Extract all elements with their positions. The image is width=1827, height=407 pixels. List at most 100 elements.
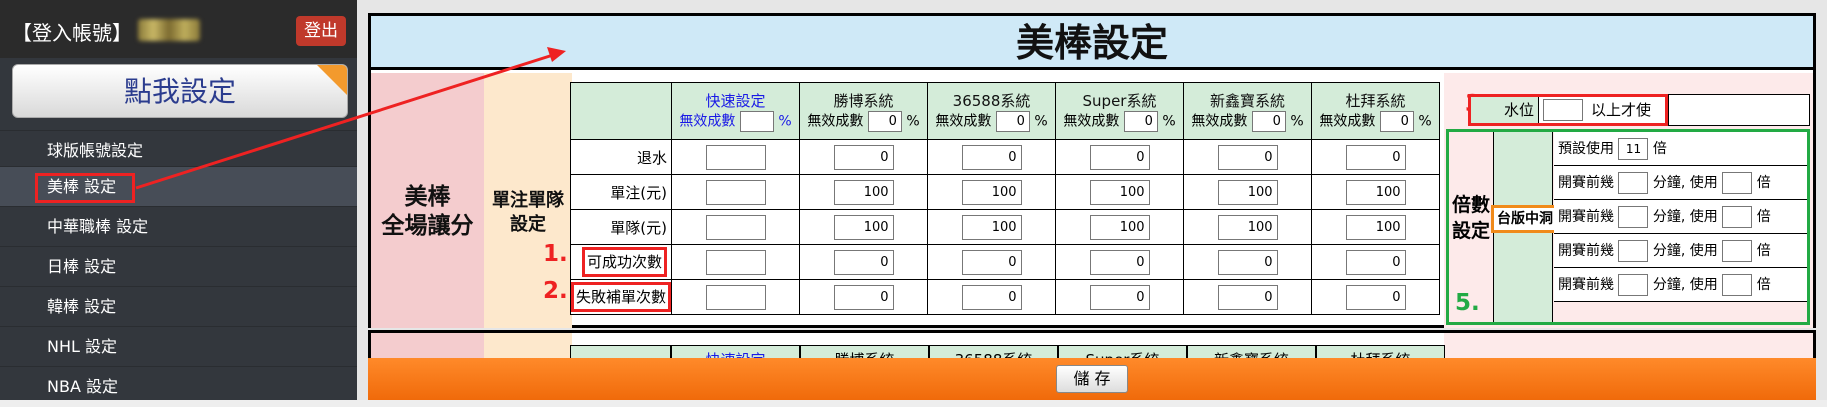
value-input[interactable]: 100	[1217, 179, 1278, 205]
value-input[interactable]: 0	[833, 249, 894, 275]
sidebar-item-cpbl-settings[interactable]: 中華職棒 設定	[0, 206, 357, 246]
multiplier-input[interactable]	[1722, 274, 1753, 296]
column-system: Super系統 無效成數 0 %	[1055, 82, 1185, 140]
value-input[interactable]: 0	[1089, 144, 1150, 170]
value-input[interactable]	[705, 179, 766, 205]
minutes-input[interactable]	[1618, 172, 1649, 194]
value-input[interactable]: 100	[833, 179, 894, 205]
multiplier-input[interactable]	[1722, 206, 1753, 228]
value-input[interactable]: 0	[961, 249, 1022, 275]
value-input[interactable]: 100	[1217, 214, 1278, 240]
annotation-number-1: 1.	[543, 241, 568, 267]
save-button[interactable]: 儲 存	[1056, 365, 1128, 393]
row-label-highlighted: 可成功次數	[582, 247, 668, 277]
value-input[interactable]	[705, 144, 766, 170]
value-input[interactable]: 0	[1089, 284, 1150, 310]
sidebar-item-account-settings[interactable]: 球版帳號設定	[0, 130, 357, 170]
column-system: 勝博系統 無效成數 0 %	[799, 82, 929, 140]
settings-panel: 美棒設定 美棒 全場讓分 單注單隊 設定 快速設定 無效成數 % 勝博系統 無效…	[368, 13, 1816, 328]
login-account-label: 【登入帳號】	[12, 21, 132, 45]
value-input[interactable]: 100	[961, 179, 1022, 205]
water-level-label: 水位	[1471, 97, 1539, 123]
value-input[interactable]: 100	[961, 214, 1022, 240]
taiwan-version-column: 台版中洞	[1491, 132, 1559, 322]
table-row: 單隊(元) 100 100 100 100 100	[569, 209, 1441, 245]
value-input[interactable]	[705, 284, 766, 310]
value-input[interactable]: 0	[1217, 284, 1278, 310]
value-input[interactable]: 0	[1217, 144, 1278, 170]
row-label: 單隊(元)	[569, 209, 673, 245]
default-multiplier-row: 預設使用 11 倍	[1554, 132, 1807, 166]
settings-button-label: 點我設定	[123, 75, 236, 108]
minutes-input[interactable]	[1618, 240, 1649, 262]
settings-table: 快速設定 無效成數 % 勝博系統 無效成數 0 % 36588系統 無效成數 0…	[569, 82, 1441, 315]
water-level-setting: 水位 以上才使用	[1468, 94, 1668, 145]
sidebar: 【登入帳號】 登出 點我設定 球版帳號設定 美棒 設定 中華職棒 設定 日棒 設…	[0, 0, 357, 400]
value-input[interactable]: 0	[1089, 249, 1150, 275]
pre-game-multiplier-row: 開賽前幾 分鐘, 使用 倍	[1554, 200, 1807, 234]
value-input[interactable]: 0	[961, 144, 1022, 170]
taiwan-version-label: 台版中洞	[1491, 205, 1559, 233]
column-system: 新鑫寶系統 無效成數 0 %	[1183, 82, 1313, 140]
table-row: 可成功次數 0 0 0 0 0	[569, 244, 1441, 280]
annotation-number-5: 5.	[1455, 290, 1480, 316]
value-input[interactable]: 100	[1089, 179, 1150, 205]
table-header-row: 快速設定 無效成數 % 勝博系統 無效成數 0 % 36588系統 無效成數 0…	[569, 82, 1441, 140]
sidebar-item-nhl-settings[interactable]: NHL 設定	[0, 326, 357, 366]
sidebar-item-nba-settings[interactable]: NBA 設定	[0, 366, 357, 406]
invalid-rate-input[interactable]: 0	[995, 110, 1030, 132]
blurred-account-name	[138, 19, 200, 41]
minutes-input[interactable]	[1618, 206, 1649, 228]
table-row: 失敗補單次數 0 0 0 0 0	[569, 279, 1441, 315]
value-input[interactable]: 100	[1345, 179, 1406, 205]
invalid-rate-input[interactable]: 0	[867, 110, 902, 132]
pre-game-multiplier-row: 開賽前幾 分鐘, 使用 倍	[1554, 166, 1807, 200]
value-input[interactable]: 100	[833, 214, 894, 240]
row-label: 退水	[569, 139, 673, 175]
table-row: 退水 0 0 0 0 0	[569, 139, 1441, 175]
value-input[interactable]	[705, 249, 766, 275]
settings-button[interactable]: 點我設定	[12, 64, 348, 118]
logout-button[interactable]: 登出	[296, 16, 346, 46]
bet-type-column: 美棒 全場讓分	[371, 73, 484, 328]
save-bar: 儲 存	[368, 358, 1816, 400]
table-row: 單注(元) 100 100 100 100 100	[569, 174, 1441, 210]
value-input[interactable]: 0	[1345, 284, 1406, 310]
value-input[interactable]: 0	[1217, 249, 1278, 275]
value-input[interactable]: 0	[961, 284, 1022, 310]
value-input[interactable]: 0	[833, 284, 894, 310]
sidebar-item-npb-settings[interactable]: 日棒 設定	[0, 246, 357, 286]
annotation-number-2: 2.	[543, 278, 568, 304]
multiplier-label: 倍數 設定	[1452, 194, 1491, 242]
invalid-rate-input[interactable]	[739, 110, 774, 132]
value-input[interactable]: 0	[833, 144, 894, 170]
corner-ribbon-icon	[317, 65, 347, 95]
pre-game-multiplier-row: 開賽前幾 分鐘, 使用 倍	[1554, 268, 1807, 302]
value-input[interactable]: 0	[1345, 144, 1406, 170]
bet-type-label: 美棒 全場讓分	[381, 184, 474, 239]
row-label-highlighted: 失敗補單次數	[571, 282, 671, 312]
column-quick-setting: 快速設定 無效成數 %	[671, 82, 801, 140]
default-multiplier-input[interactable]: 11	[1618, 138, 1649, 160]
page-title: 美棒設定	[371, 16, 1813, 70]
water-level-cell	[1668, 94, 1810, 126]
water-level-input[interactable]	[1543, 99, 1583, 121]
invalid-rate-input[interactable]: 0	[1379, 110, 1414, 132]
invalid-rate-input[interactable]: 0	[1251, 110, 1286, 132]
single-bet-label: 單注單隊 設定	[492, 190, 564, 235]
highlight-box-sidebar	[35, 173, 135, 203]
multiplier-input[interactable]	[1722, 240, 1753, 262]
value-input[interactable]: 100	[1345, 214, 1406, 240]
sidebar-item-kbo-settings[interactable]: 韓棒 設定	[0, 286, 357, 326]
column-system: 36588系統 無效成數 0 %	[927, 82, 1057, 140]
value-input[interactable]: 0	[1345, 249, 1406, 275]
value-input[interactable]	[705, 214, 766, 240]
pre-game-multiplier-row: 開賽前幾 分鐘, 使用 倍	[1554, 234, 1807, 268]
value-input[interactable]: 100	[1089, 214, 1150, 240]
row-label: 單注(元)	[569, 174, 673, 210]
minutes-input[interactable]	[1618, 274, 1649, 296]
invalid-rate-input[interactable]: 0	[1123, 110, 1158, 132]
multiplier-input[interactable]	[1722, 172, 1753, 194]
column-system: 杜拜系統 無效成數 0 %	[1311, 82, 1441, 140]
sidebar-header: 【登入帳號】 登出	[0, 0, 357, 58]
